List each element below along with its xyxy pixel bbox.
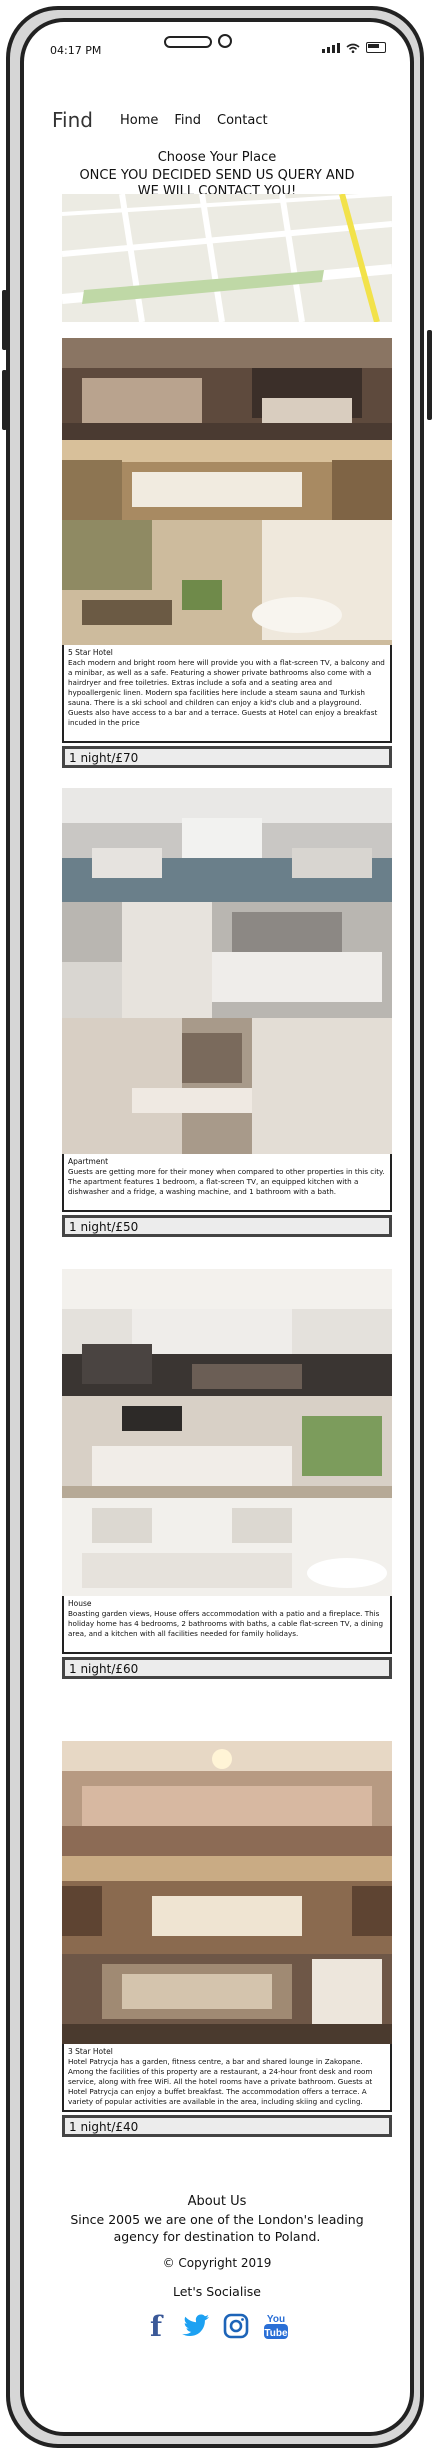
- room-photo: [62, 902, 392, 1018]
- phone-notch: [164, 30, 254, 60]
- status-time: 04:17 PM: [50, 44, 102, 57]
- listing-card[interactable]: Apartment Guests are getting more for th…: [62, 788, 392, 1237]
- listing-price[interactable]: 1 night/£60: [62, 1657, 392, 1679]
- room-photo: [62, 1396, 392, 1498]
- listing-description-box: 3 Star Hotel Hotel Patrycja has a garden…: [62, 2044, 392, 2112]
- listing-title: Apartment: [68, 1157, 109, 1166]
- listing-price[interactable]: 1 night/£70: [62, 746, 392, 768]
- phone-screen: 04:17 PM Find Home Find Contact Choose Y…: [20, 18, 414, 2436]
- facebook-icon[interactable]: f: [142, 2310, 170, 2343]
- listing-card[interactable]: 3 Star Hotel Hotel Patrycja has a garden…: [62, 1741, 392, 2137]
- room-photo: [62, 520, 392, 645]
- location-map[interactable]: [62, 194, 392, 322]
- signal-icon: [322, 43, 340, 53]
- twitter-icon[interactable]: [182, 2312, 210, 2340]
- room-photo: [62, 788, 392, 902]
- nav-links: Home Find Contact: [120, 113, 268, 128]
- room-photo: [62, 1498, 392, 1596]
- about-text-line-1: Since 2005 we are one of the London's le…: [70, 2212, 364, 2227]
- camera-icon: [218, 34, 232, 48]
- listing-title: 5 Star Hotel: [68, 648, 113, 657]
- listing-photos: [62, 788, 392, 1154]
- listing-description: Each modern and bright room here will pr…: [68, 658, 385, 727]
- nav-link-home[interactable]: Home: [120, 113, 158, 128]
- status-bar: 04:17 PM: [24, 22, 410, 70]
- listing-title: 3 Star Hotel: [68, 2047, 113, 2056]
- about-title: About Us: [187, 2194, 247, 2209]
- navbar: Find Home Find Contact: [52, 108, 392, 138]
- listing-description: Boasting garden views, House offers acco…: [68, 1609, 384, 1638]
- map-graphic: [62, 194, 392, 322]
- listing-description-box: Apartment Guests are getting more for th…: [62, 1154, 392, 1212]
- speaker-icon: [164, 36, 212, 48]
- listing-price[interactable]: 1 night/£50: [62, 1215, 392, 1237]
- copyright: © Copyright 2019: [162, 2256, 272, 2270]
- svg-text:Tube: Tube: [264, 2328, 288, 2339]
- hero-heading: Choose Your Place: [157, 150, 277, 165]
- status-icons: [322, 42, 386, 53]
- hero-line-1: ONCE YOU DECIDED SEND US QUERY AND: [79, 168, 355, 183]
- brand-logo[interactable]: Find: [52, 108, 93, 132]
- room-photo: [62, 1741, 392, 1856]
- about-text-line-2: agency for destination to Poland.: [113, 2229, 321, 2244]
- listing-card[interactable]: House Boasting garden views, House offer…: [62, 1269, 392, 1679]
- social-links: f You Tube: [142, 2310, 290, 2343]
- listing-description: Guests are getting more for their money …: [68, 1167, 385, 1196]
- socialise-heading: Let's Socialise: [173, 2284, 261, 2299]
- listing-photos: [62, 1269, 392, 1596]
- battery-icon: [366, 42, 386, 53]
- room-photo: [62, 1954, 392, 2044]
- listing-photos: [62, 1741, 392, 2044]
- listing-description: Hotel Patrycja has a garden, fitness cen…: [68, 2057, 373, 2106]
- room-photo: [62, 1269, 392, 1396]
- room-photo: [62, 338, 392, 440]
- listing-photos: [62, 338, 392, 645]
- listing-description-box: House Boasting garden views, House offer…: [62, 1596, 392, 1654]
- instagram-icon[interactable]: [222, 2312, 250, 2340]
- room-photo: [62, 1018, 392, 1154]
- listing-title: House: [68, 1599, 92, 1608]
- listing-card[interactable]: 5 Star Hotel Each modern and bright room…: [62, 338, 392, 768]
- svg-text:You: You: [267, 2314, 285, 2325]
- room-photo: [62, 440, 392, 520]
- listing-price[interactable]: 1 night/£40: [62, 2115, 392, 2137]
- wifi-icon: [346, 43, 360, 53]
- nav-link-find[interactable]: Find: [174, 113, 201, 128]
- listing-description-box: 5 Star Hotel Each modern and bright room…: [62, 645, 392, 743]
- phone-power-button: [427, 330, 432, 420]
- room-photo: [62, 1856, 392, 1954]
- youtube-icon[interactable]: You Tube: [262, 2312, 290, 2340]
- nav-link-contact[interactable]: Contact: [217, 113, 268, 128]
